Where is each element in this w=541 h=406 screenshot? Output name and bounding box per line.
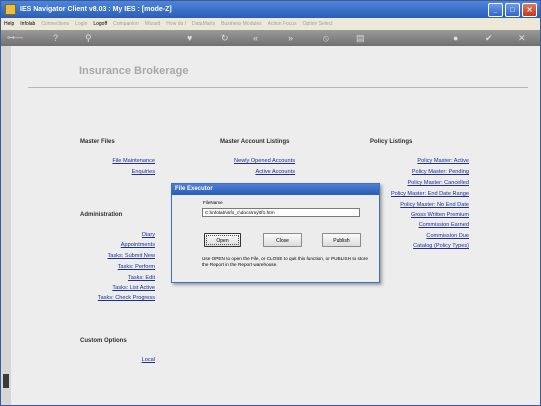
administration-heading: Administration — [80, 212, 123, 218]
menu-wizard[interactable]: Wizard — [142, 21, 164, 27]
title-divider — [28, 87, 528, 88]
heart-icon[interactable]: ♥ — [187, 33, 192, 43]
close-window-button[interactable]: ✕ — [522, 3, 537, 17]
window-title: IES Navigator Client v8.03 : My IES : [m… — [20, 6, 172, 13]
app-icon — [5, 4, 16, 15]
link-tasks-check-progress[interactable]: Tasks: Check Progress — [98, 295, 155, 301]
application-window: IES Navigator Client v8.03 : My IES : [m… — [0, 0, 541, 406]
window-controls: _ □ ✕ — [488, 3, 537, 17]
menu-datamarts[interactable]: DataMarts — [189, 21, 218, 27]
link-commission-due[interactable]: Commission Due — [426, 233, 469, 239]
menu-bar: Help Infolab Connections Login Logoff Co… — [1, 18, 540, 30]
dialog-instructions: Use OPEN to open the File, or CLOSE to q… — [202, 256, 368, 267]
close-button[interactable]: Close — [263, 233, 302, 247]
key-icon[interactable]: ⊶— — [7, 33, 23, 43]
link-newly-opened-accounts[interactable]: Newly Opened Accounts — [234, 158, 295, 164]
menu-logoff[interactable]: Logoff — [90, 21, 110, 27]
link-policy-pending[interactable]: Policy Master: Pending — [412, 169, 469, 175]
menu-action-focus[interactable]: Action Focus — [265, 21, 300, 27]
policy-listings-heading: Policy Listings — [370, 139, 413, 145]
link-tasks-edit[interactable]: Tasks: Edit — [128, 275, 155, 281]
menu-connections[interactable]: Connections — [38, 21, 72, 27]
toolbar: ⊶— ? ⚲ ♥ ↻ « » ⦸ ▤ ● ✔ ✕ — [1, 30, 540, 46]
menu-help[interactable]: Help — [1, 21, 17, 27]
master-files-heading: Master Files — [80, 139, 115, 145]
custom-options-heading: Custom Options — [80, 338, 127, 344]
link-tasks-list-active[interactable]: Tasks: List Active — [112, 285, 155, 291]
master-listings-heading: Master Account Listings — [220, 139, 290, 145]
filename-input[interactable]: C:\infolab\info_c\docs\my\tf1.htm — [202, 208, 360, 217]
link-gross-written-premium[interactable]: Gross Written Premium — [411, 212, 469, 218]
stop-icon[interactable]: ⦸ — [323, 33, 329, 43]
check-icon[interactable]: ✔ — [485, 33, 493, 43]
link-catalog-policy-types[interactable]: Catalog (Policy Types) — [413, 243, 469, 249]
link-policy-end-date-range[interactable]: Policy Master: End Date Range — [391, 191, 469, 197]
menu-infolab[interactable]: Infolab — [17, 21, 38, 27]
page-title: Insurance Brokerage — [79, 65, 189, 77]
menu-how-do-i[interactable]: How do I — [163, 21, 189, 27]
menu-business-modules[interactable]: Business Modules — [218, 21, 265, 27]
publish-button[interactable]: Publish — [322, 233, 361, 247]
refresh-icon[interactable]: ↻ — [221, 33, 229, 43]
file-executor-dialog: File Executor FileName C:\infolab\info_c… — [171, 183, 380, 283]
link-appointments[interactable]: Appointments — [121, 242, 155, 248]
forward-icon[interactable]: » — [288, 33, 293, 43]
info-icon[interactable]: ● — [453, 33, 458, 43]
maximize-button[interactable]: □ — [505, 3, 520, 17]
search-icon[interactable]: ⚲ — [85, 33, 92, 43]
menu-login[interactable]: Login — [72, 21, 90, 27]
close-icon[interactable]: ✕ — [518, 33, 526, 43]
link-file-maintenance[interactable]: File Maintenance — [112, 158, 155, 164]
link-tasks-submit-new[interactable]: Tasks: Submit New — [107, 253, 155, 259]
link-diary[interactable]: Diary — [142, 232, 155, 238]
menu-option-select[interactable]: Option Select — [300, 21, 336, 27]
menu-companion[interactable]: Companion — [110, 21, 142, 27]
side-panel-marker[interactable] — [3, 374, 9, 388]
link-policy-no-end-date[interactable]: Policy Master: No End Date — [400, 202, 469, 208]
link-active-accounts[interactable]: Active Accounts — [256, 169, 296, 175]
link-local[interactable]: Local — [142, 357, 155, 363]
open-button[interactable]: Open — [204, 233, 241, 247]
link-enquiries[interactable]: Enquiries — [132, 169, 155, 175]
title-bar: IES Navigator Client v8.03 : My IES : [m… — [1, 1, 540, 18]
back-icon[interactable]: « — [253, 33, 258, 43]
link-policy-active[interactable]: Policy Master: Active — [417, 158, 469, 164]
filename-label: FileName — [203, 200, 223, 205]
minimize-button[interactable]: _ — [488, 3, 503, 17]
link-commission-earned[interactable]: Commission Earned — [419, 222, 469, 228]
link-policy-cancelled[interactable]: Policy Master: Cancelled — [407, 180, 469, 186]
link-tasks-perform[interactable]: Tasks: Perform — [118, 264, 155, 270]
dialog-title: File Executor — [172, 184, 379, 195]
help-icon[interactable]: ? — [53, 33, 58, 43]
save-icon[interactable]: ▤ — [356, 33, 365, 43]
